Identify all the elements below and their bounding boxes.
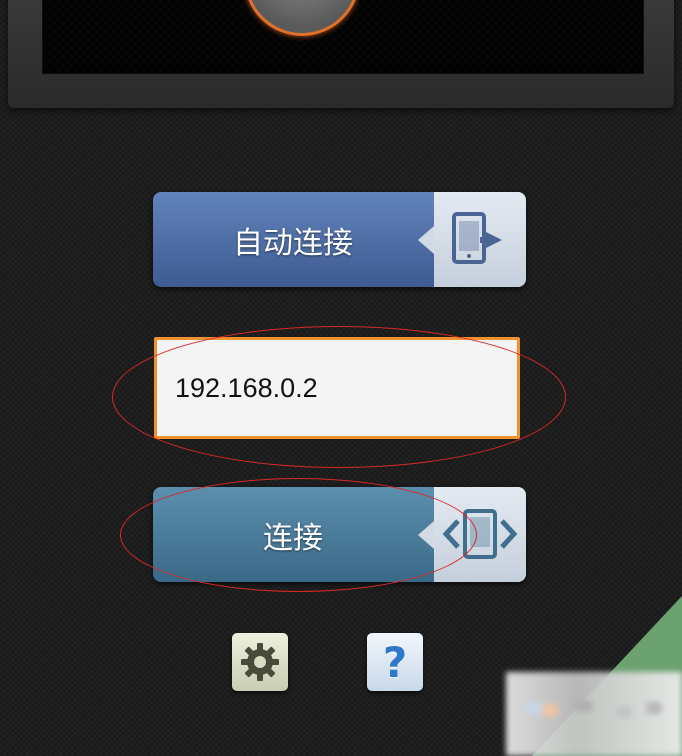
phone-bidirectional-icon <box>418 487 526 582</box>
ip-address-input[interactable] <box>154 337 520 439</box>
auto-connect-button[interactable]: 自动连接 <box>153 192 526 287</box>
top-speaker-panel <box>8 0 674 108</box>
connect-label: 连接 <box>263 520 323 556</box>
phone-arrow-right-icon <box>418 192 526 287</box>
connect-button[interactable]: 连接 <box>153 487 526 582</box>
auto-connect-label: 自动连接 <box>233 225 353 261</box>
watermark-blur <box>506 672 682 756</box>
help-button[interactable]: ? <box>367 633 423 691</box>
question-mark-icon: ? <box>382 637 408 687</box>
settings-button[interactable] <box>232 633 288 691</box>
gear-icon <box>241 643 279 681</box>
